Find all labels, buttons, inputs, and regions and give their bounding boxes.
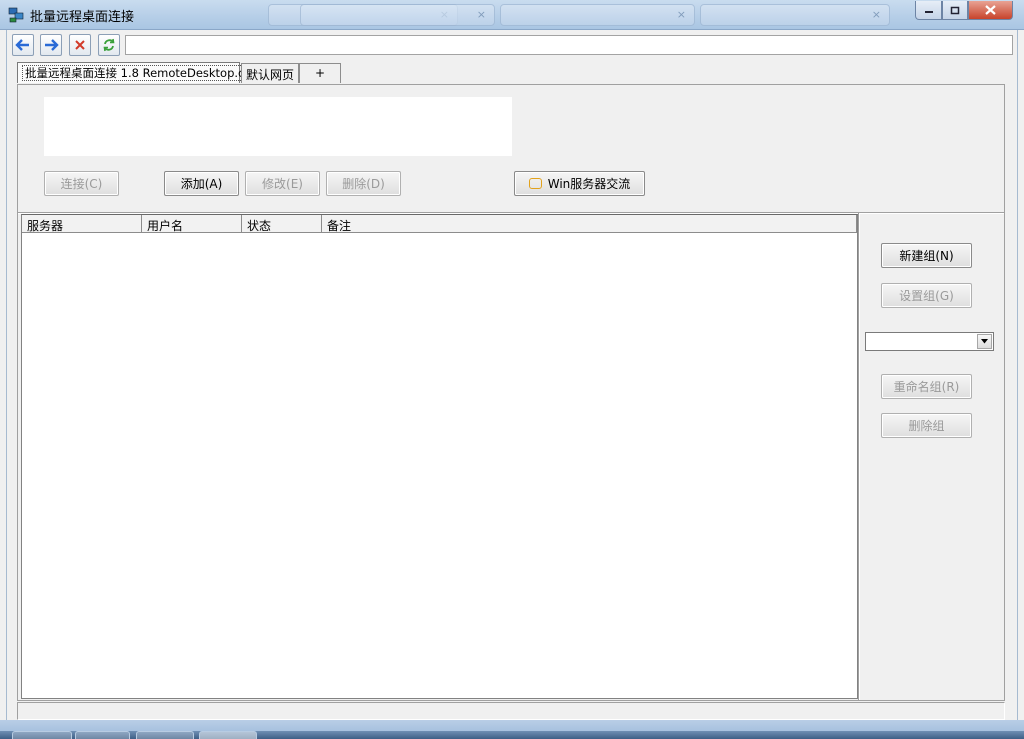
edit-button[interactable]: 修改(E) bbox=[245, 171, 320, 196]
refresh-button[interactable] bbox=[98, 34, 120, 56]
group-select[interactable] bbox=[865, 332, 994, 351]
background-window-tab: × bbox=[500, 4, 695, 26]
new-group-button[interactable]: 新建组(N) bbox=[881, 243, 972, 268]
vertical-divider bbox=[858, 213, 860, 700]
stop-icon bbox=[75, 40, 85, 50]
back-button[interactable] bbox=[12, 34, 34, 56]
add-button[interactable]: 添加(A) bbox=[164, 171, 239, 196]
rename-group-button[interactable]: 重命名组(R) bbox=[881, 374, 972, 399]
address-input[interactable] bbox=[125, 35, 1013, 55]
taskbar-item[interactable] bbox=[136, 731, 194, 739]
list-header: 服务器 用户名 状态 备注 bbox=[22, 215, 857, 233]
taskbar-start-button[interactable] bbox=[12, 731, 72, 739]
delete-button[interactable]: 删除(D) bbox=[326, 171, 401, 196]
win-server-forum-label: Win服务器交流 bbox=[547, 177, 631, 191]
win-server-forum-button[interactable]: Win服务器交流 bbox=[514, 171, 645, 196]
banner-area bbox=[44, 97, 512, 156]
column-header-notes[interactable]: 备注 bbox=[322, 215, 857, 232]
stop-button[interactable] bbox=[69, 34, 91, 56]
restore-icon bbox=[950, 6, 960, 14]
close-icon bbox=[985, 5, 996, 15]
forward-button[interactable] bbox=[40, 34, 62, 56]
window-title: 批量远程桌面连接 bbox=[30, 10, 135, 25]
refresh-icon bbox=[103, 38, 115, 52]
tab-default-page[interactable]: 默认网页 bbox=[241, 63, 299, 83]
connect-button[interactable]: 连接(C) bbox=[44, 171, 119, 196]
status-bar bbox=[17, 702, 1005, 720]
server-list[interactable]: 服务器 用户名 状态 备注 bbox=[21, 214, 858, 699]
minimize-button[interactable] bbox=[915, 1, 942, 20]
column-header-status[interactable]: 状态 bbox=[242, 215, 322, 232]
window-bottom-border bbox=[0, 720, 1024, 731]
app-icon bbox=[8, 7, 24, 23]
background-window-tab: × bbox=[300, 4, 495, 26]
minimize-icon bbox=[924, 11, 933, 13]
background-window-tab: × bbox=[700, 4, 890, 26]
tab-label: 批量远程桌面连接 1.8 RemoteDesktop.cn bbox=[22, 65, 255, 81]
taskbar-item[interactable] bbox=[75, 731, 130, 739]
maximize-button[interactable] bbox=[942, 1, 968, 20]
set-group-button[interactable]: 设置组(G) bbox=[881, 283, 972, 308]
arrow-left-icon bbox=[15, 39, 29, 51]
add-tab-button[interactable]: + bbox=[299, 63, 341, 83]
chat-bubble-icon bbox=[528, 178, 542, 189]
taskbar-item-active[interactable] bbox=[199, 731, 257, 739]
close-button[interactable] bbox=[968, 1, 1013, 20]
chevron-down-icon[interactable] bbox=[977, 334, 992, 349]
tab-remote-desktop[interactable]: 批量远程桌面连接 1.8 RemoteDesktop.cn bbox=[17, 62, 255, 83]
arrow-right-icon bbox=[45, 39, 59, 51]
column-header-server[interactable]: 服务器 bbox=[22, 215, 142, 232]
column-header-username[interactable]: 用户名 bbox=[142, 215, 242, 232]
delete-group-button[interactable]: 删除组 bbox=[881, 413, 972, 438]
